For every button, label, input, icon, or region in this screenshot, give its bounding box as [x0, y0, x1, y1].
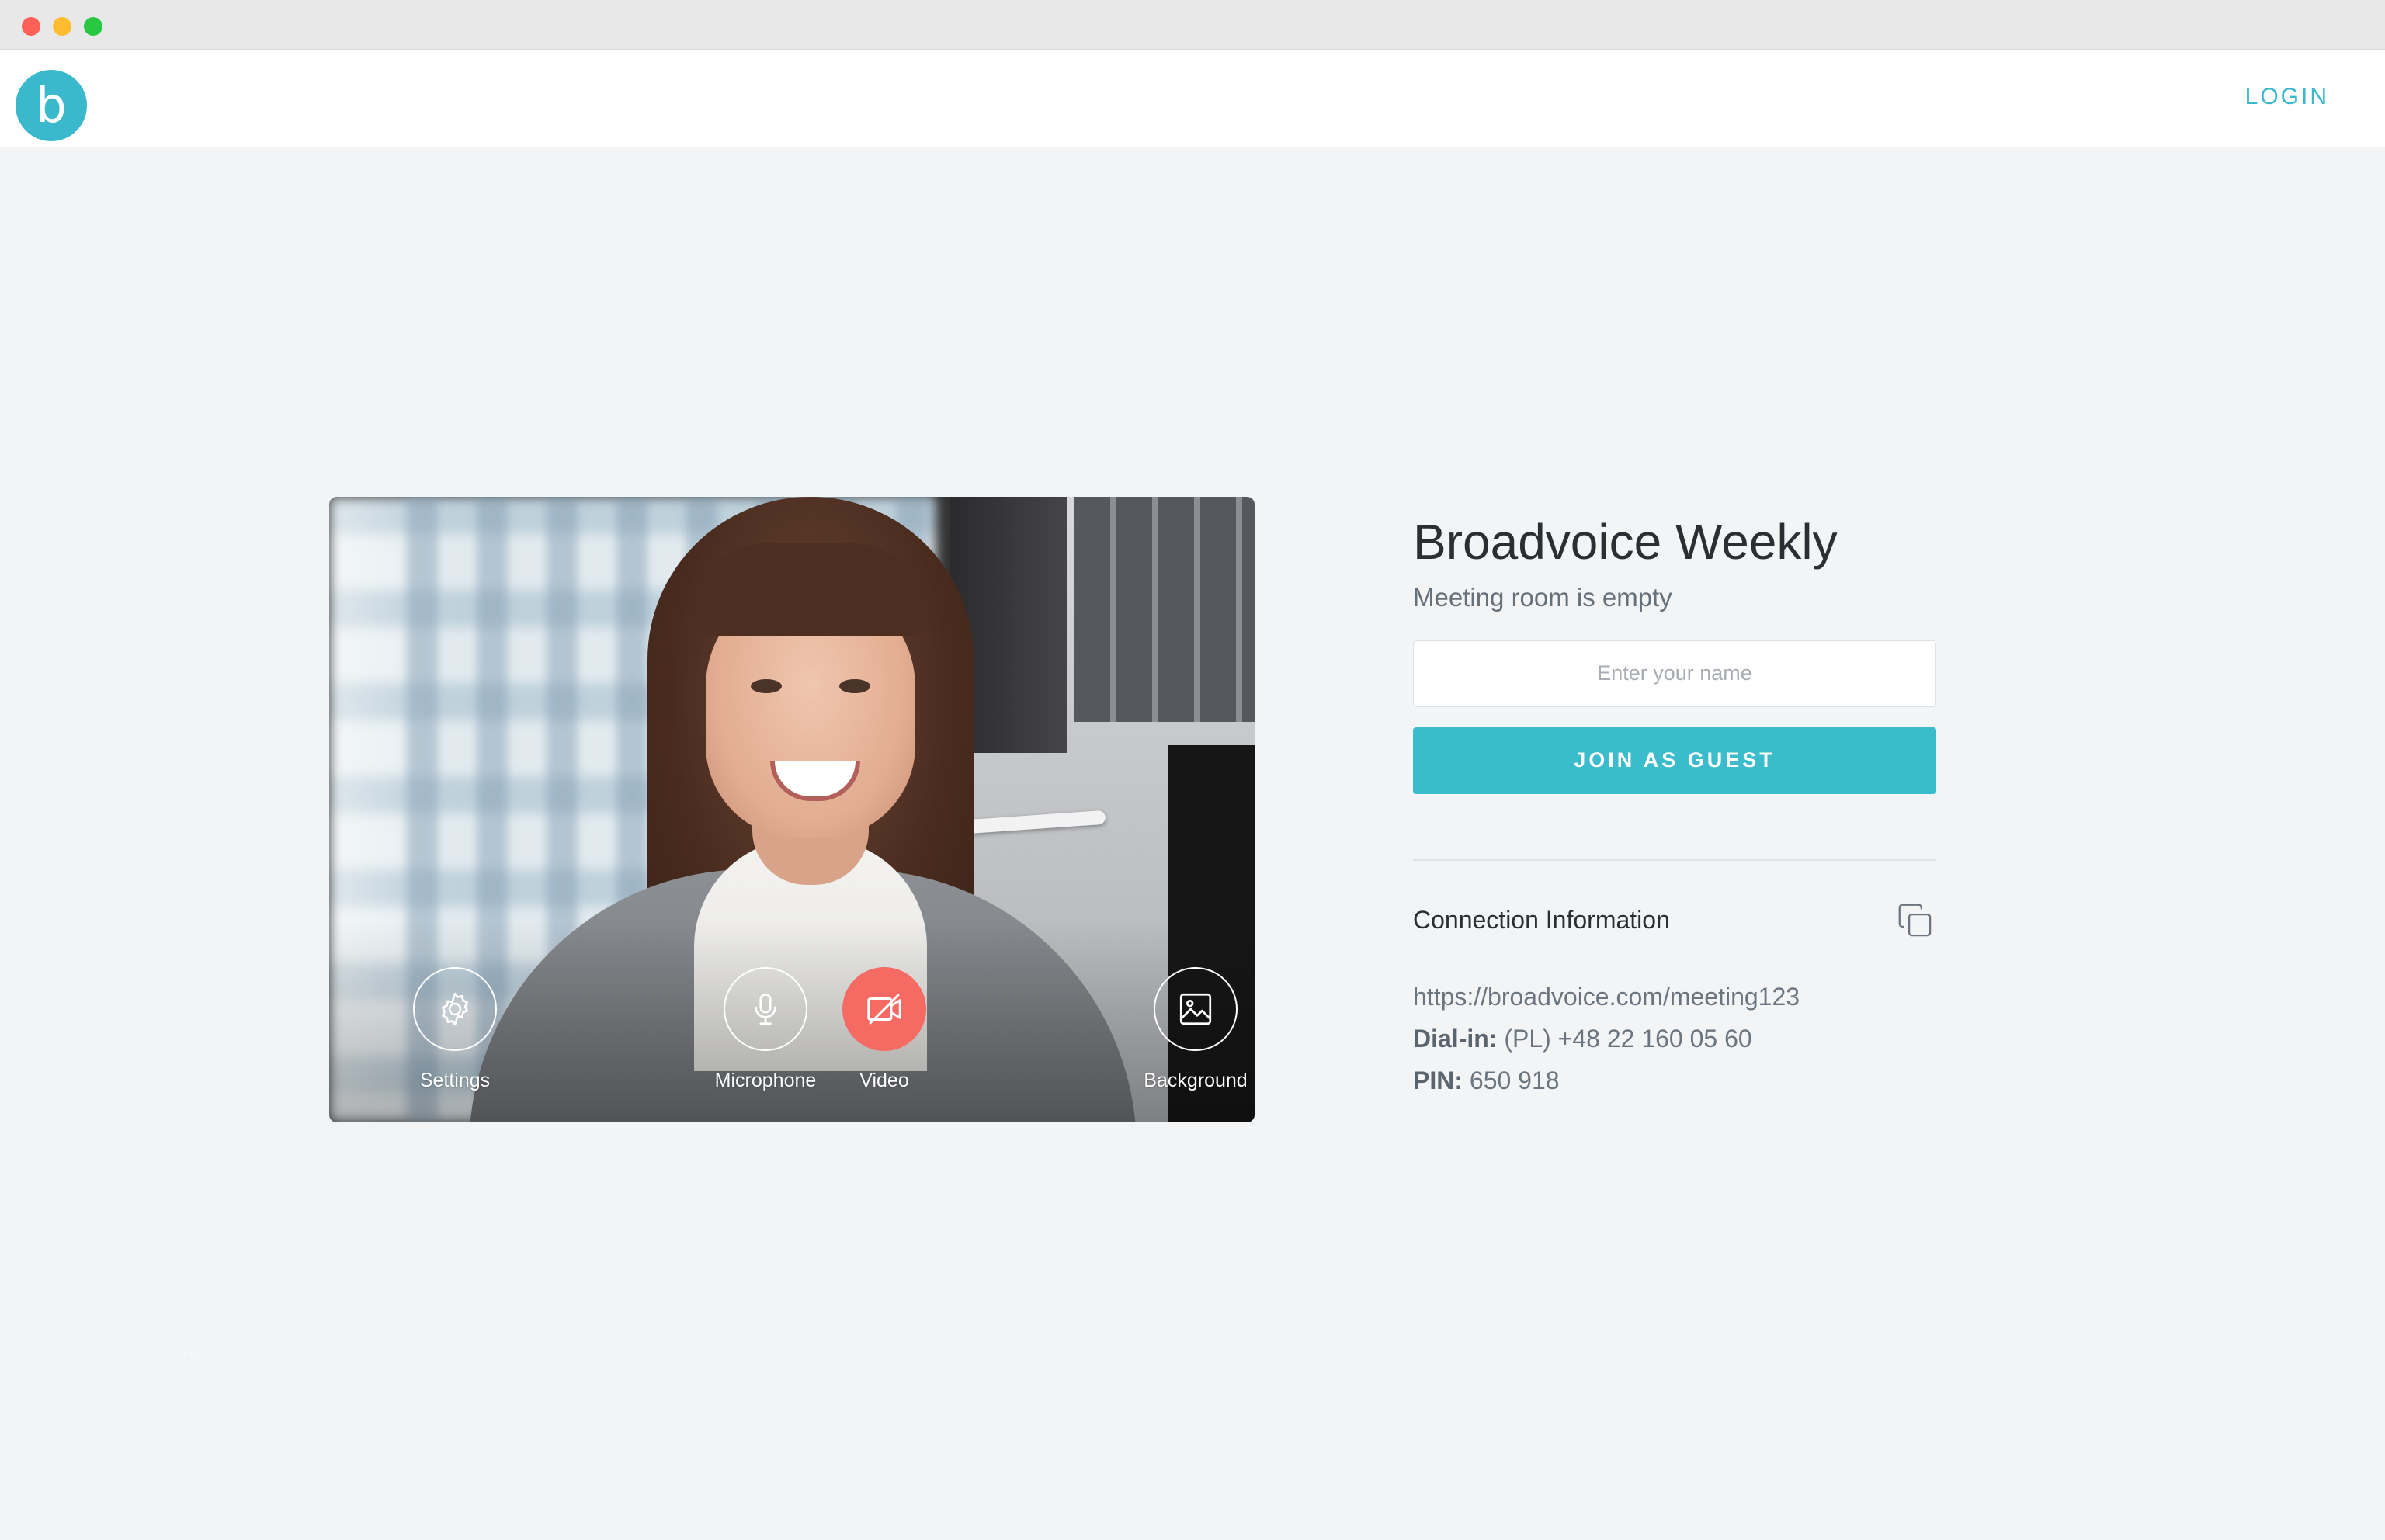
settings-button[interactable]: Settings: [377, 967, 533, 1092]
join-as-guest-button[interactable]: JOIN AS GUEST: [1413, 727, 1936, 794]
background-circle[interactable]: [1154, 967, 1238, 1051]
dial-in-value: (PL) +48 22 160 05 60: [1497, 1024, 1752, 1053]
background-button[interactable]: Background: [1118, 967, 1255, 1092]
window-titlebar: [0, 0, 2385, 50]
connection-title: Connection Information: [1413, 906, 1670, 935]
zoom-window-button[interactable]: [84, 17, 102, 36]
divider: [1413, 858, 1936, 861]
video-off-icon: [867, 994, 901, 1025]
connection-header: Connection Information: [1413, 900, 1936, 942]
image-icon: [1179, 993, 1212, 1025]
login-link[interactable]: LOGIN: [2245, 84, 2329, 110]
pin-value: 650 918: [1463, 1066, 1560, 1094]
video-circle[interactable]: [842, 967, 926, 1051]
close-window-button[interactable]: [22, 17, 40, 36]
video-preview: Settings Microphone Video Background: [329, 497, 1255, 1122]
video-toggle-button[interactable]: Video: [807, 967, 962, 1092]
loading-dots: ...: [183, 1341, 201, 1358]
copy-button[interactable]: [1894, 900, 1936, 942]
video-label: Video: [859, 1070, 909, 1091]
settings-circle[interactable]: [413, 967, 497, 1051]
microphone-icon: [755, 993, 776, 1025]
join-panel: Broadvoice Weekly Meeting room is empty …: [1413, 512, 1936, 1101]
dial-in-line: Dial-in: (PL) +48 22 160 05 60: [1413, 1018, 1936, 1060]
meeting-title: Broadvoice Weekly: [1413, 514, 1838, 570]
name-input[interactable]: [1413, 640, 1936, 707]
dial-in-label: Dial-in:: [1413, 1024, 1498, 1053]
gear-icon: [442, 992, 468, 1026]
background-label: Background: [1144, 1070, 1248, 1091]
copy-icon: [1898, 904, 1932, 937]
meeting-status: Meeting room is empty: [1413, 582, 1672, 612]
microphone-circle[interactable]: [724, 967, 807, 1051]
app-header: b LOGIN: [0, 50, 2385, 147]
pin-label: PIN:: [1413, 1066, 1463, 1094]
meeting-url[interactable]: https://broadvoice.com/meeting123: [1413, 976, 1936, 1018]
pin-line: PIN: 650 918: [1413, 1060, 1936, 1101]
settings-label: Settings: [419, 1070, 491, 1091]
minimize-window-button[interactable]: [53, 17, 71, 36]
microphone-label: Microphone: [714, 1070, 817, 1091]
broadvoice-logo[interactable]: b: [16, 70, 87, 141]
